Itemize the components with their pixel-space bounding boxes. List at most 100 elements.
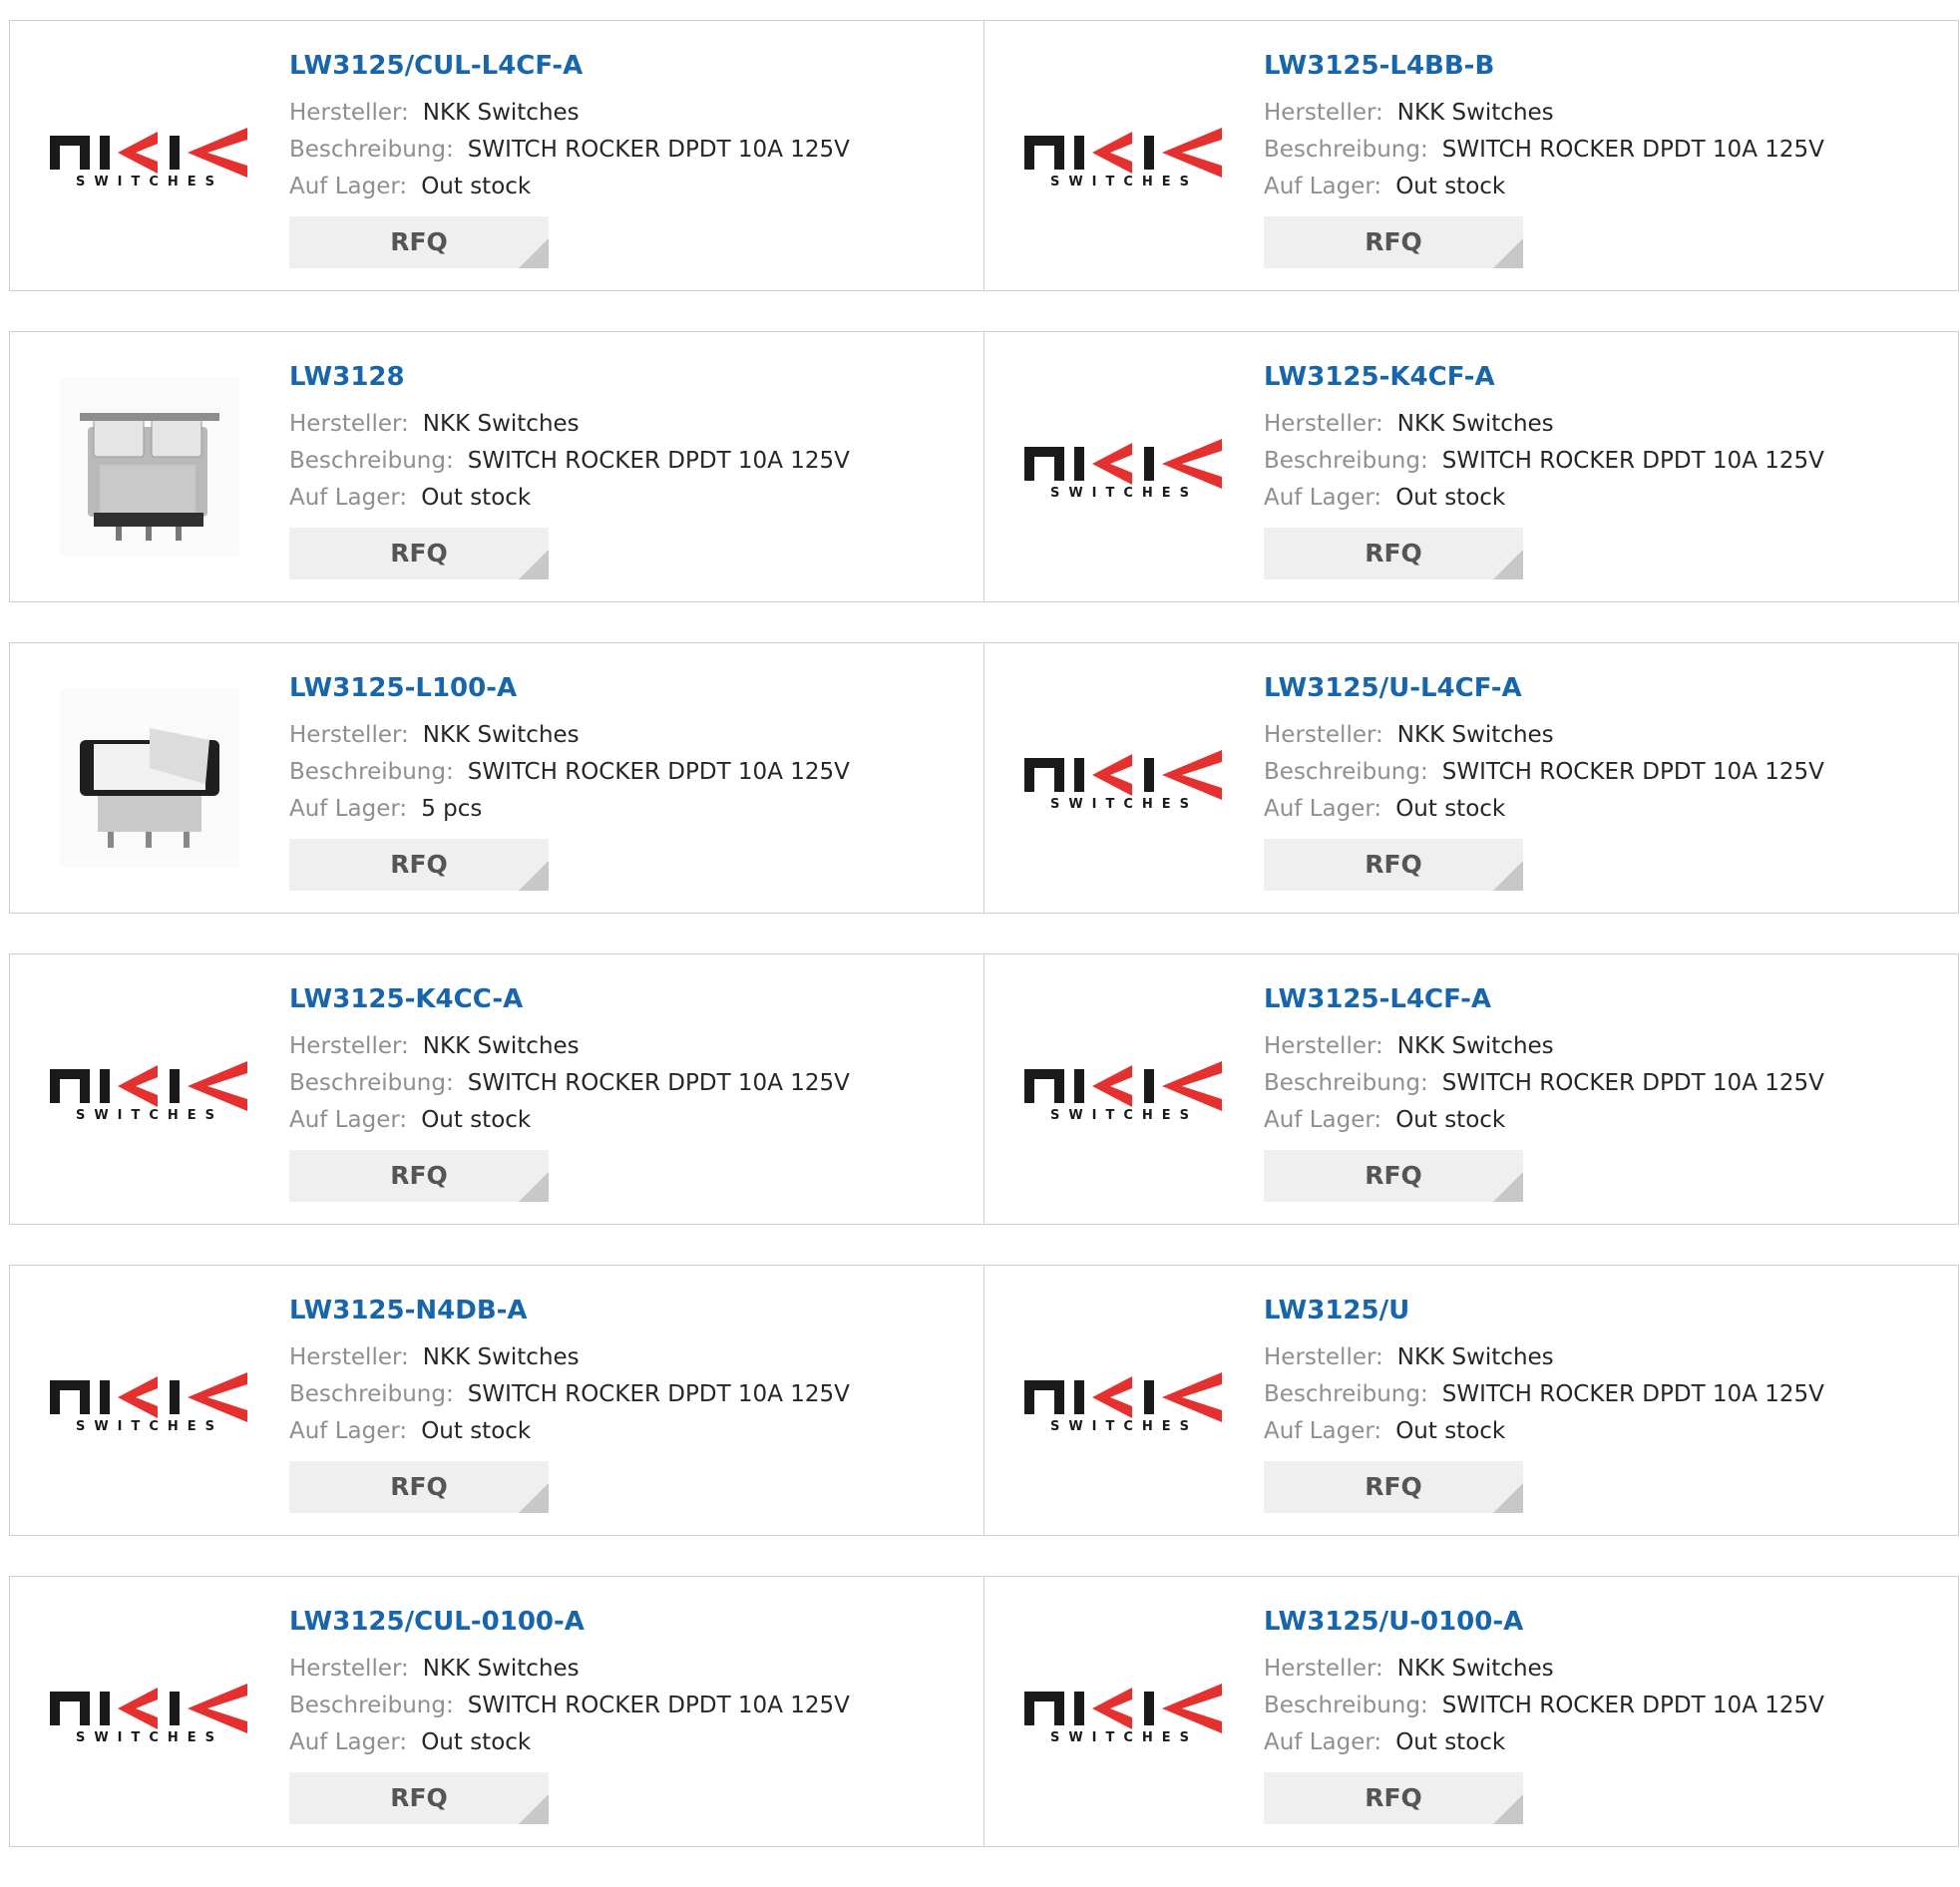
stock-label: Auf Lager:	[289, 1729, 408, 1755]
stock-label: Auf Lager:	[1264, 1729, 1382, 1755]
manufacturer-row: Hersteller: NKK Switches	[1264, 406, 1824, 443]
rfq-button[interactable]: RFQ	[289, 839, 549, 891]
description-value: SWITCH ROCKER DPDT 10A 125V	[1441, 1070, 1824, 1096]
product-info: LW3128 Hersteller: NKK Switches Beschreib…	[289, 360, 850, 579]
description-row: Beschreibung: SWITCH ROCKER DPDT 10A 125V	[289, 1376, 850, 1413]
rfq-label: RFQ	[390, 1472, 448, 1501]
product-row: SWITCHES LW3125/CUL-L4CF-A Hersteller: NK…	[9, 20, 1959, 291]
manufacturer-value: NKK Switches	[422, 411, 580, 437]
part-number-link[interactable]: LW3128	[289, 360, 850, 394]
description-row: Beschreibung: SWITCH ROCKER DPDT 10A 125V	[289, 1688, 850, 1724]
rfq-button[interactable]: RFQ	[289, 216, 549, 268]
nkk-logo-icon: SWITCHES	[1024, 1372, 1222, 1430]
product-image[interactable]: SWITCHES	[50, 56, 249, 255]
rfq-button[interactable]: RFQ	[1264, 1772, 1523, 1824]
stock-value: Out stock	[421, 1418, 532, 1444]
manufacturer-value: NKK Switches	[422, 722, 580, 748]
manufacturer-value: NKK Switches	[1396, 722, 1554, 748]
description-row: Beschreibung: SWITCH ROCKER DPDT 10A 125V	[1264, 132, 1824, 169]
manufacturer-row: Hersteller: NKK Switches	[289, 717, 850, 754]
part-number-link[interactable]: LW3125/U-0100-A	[1264, 1605, 1824, 1639]
manufacturer-value: NKK Switches	[422, 100, 580, 126]
product-info: LW3125-K4CF-A Hersteller: NKK Switches Be…	[1264, 360, 1824, 579]
manufacturer-row: Hersteller: NKK Switches	[1264, 717, 1824, 754]
button-corner-decoration	[1493, 1172, 1523, 1202]
nkk-logo-icon: SWITCHES	[1024, 750, 1222, 808]
svg-text:SWITCHES: SWITCHES	[1050, 797, 1198, 808]
product-image[interactable]: SWITCHES	[50, 989, 249, 1189]
stock-row: Auf Lager: Out stock	[289, 1102, 850, 1139]
rfq-button[interactable]: RFQ	[1264, 839, 1523, 891]
description-label: Beschreibung:	[1264, 1381, 1428, 1407]
product-card: SWITCHES LW3125-K4CF-A Hersteller: NKK Sw…	[984, 331, 1959, 602]
description-label: Beschreibung:	[289, 1070, 454, 1096]
product-card: SWITCHES LW3125-L4CF-A Hersteller: NKK Sw…	[984, 953, 1959, 1225]
rfq-label: RFQ	[390, 1783, 448, 1812]
svg-text:SWITCHES: SWITCHES	[1050, 486, 1198, 497]
product-card: SWITCHES LW3125/CUL-0100-A Hersteller: NK…	[9, 1576, 984, 1847]
part-number-link[interactable]: LW3125-K4CC-A	[289, 982, 850, 1016]
product-image[interactable]: SWITCHES	[1024, 1301, 1224, 1500]
description-label: Beschreibung:	[1264, 759, 1428, 785]
rocker-switch-photo-icon	[60, 688, 239, 868]
rfq-button[interactable]: RFQ	[289, 1150, 549, 1202]
rfq-button[interactable]: RFQ	[1264, 1150, 1523, 1202]
manufacturer-row: Hersteller: NKK Switches	[289, 1339, 850, 1376]
manufacturer-row: Hersteller: NKK Switches	[289, 406, 850, 443]
rfq-button[interactable]: RFQ	[1264, 1461, 1523, 1513]
description-value: SWITCH ROCKER DPDT 10A 125V	[467, 1693, 850, 1718]
product-card: SWITCHES LW3125/U Hersteller: NKK Switche…	[984, 1265, 1959, 1536]
nkk-logo-icon: SWITCHES	[1024, 128, 1222, 186]
product-image[interactable]: SWITCHES	[1024, 989, 1224, 1189]
stock-row: Auf Lager: Out stock	[1264, 1413, 1824, 1450]
description-label: Beschreibung:	[289, 1381, 454, 1407]
stock-row: Auf Lager: Out stock	[1264, 791, 1824, 828]
manufacturer-label: Hersteller:	[289, 722, 409, 748]
rfq-label: RFQ	[390, 850, 448, 879]
button-corner-decoration	[519, 1483, 549, 1513]
part-number-link[interactable]: LW3125/U	[1264, 1294, 1824, 1327]
product-grid: SWITCHES LW3125/CUL-L4CF-A Hersteller: NK…	[9, 20, 1959, 1887]
rfq-button[interactable]: RFQ	[289, 1772, 549, 1824]
part-number-link[interactable]: LW3125-L4BB-B	[1264, 49, 1824, 83]
stock-value: Out stock	[1395, 485, 1506, 511]
product-image[interactable]: SWITCHES	[1024, 56, 1224, 255]
manufacturer-label: Hersteller:	[289, 1656, 409, 1682]
description-label: Beschreibung:	[1264, 1070, 1428, 1096]
part-number-link[interactable]: LW3125-L100-A	[289, 671, 850, 705]
button-corner-decoration	[1493, 550, 1523, 579]
product-image[interactable]: SWITCHES	[50, 1301, 249, 1500]
part-number-link[interactable]: LW3125/CUL-0100-A	[289, 1605, 850, 1639]
stock-label: Auf Lager:	[289, 796, 408, 822]
stock-label: Auf Lager:	[1264, 485, 1382, 511]
product-image[interactable]: SWITCHES	[1024, 1612, 1224, 1811]
part-number-link[interactable]: LW3125-K4CF-A	[1264, 360, 1824, 394]
part-number-link[interactable]: LW3125-L4CF-A	[1264, 982, 1824, 1016]
product-card: SWITCHES LW3125-K4CC-A Hersteller: NKK Sw…	[9, 953, 984, 1225]
description-value: SWITCH ROCKER DPDT 10A 125V	[1441, 137, 1824, 163]
rfq-button[interactable]: RFQ	[1264, 528, 1523, 579]
stock-value: Out stock	[1395, 174, 1506, 199]
product-image[interactable]	[50, 367, 249, 566]
rfq-button[interactable]: RFQ	[289, 528, 549, 579]
description-value: SWITCH ROCKER DPDT 10A 125V	[1441, 1381, 1824, 1407]
part-number-link[interactable]: LW3125/CUL-L4CF-A	[289, 49, 850, 83]
manufacturer-label: Hersteller:	[289, 411, 409, 437]
manufacturer-row: Hersteller: NKK Switches	[1264, 95, 1824, 132]
product-info: LW3125/CUL-L4CF-A Hersteller: NKK Switche…	[289, 49, 850, 268]
rfq-button[interactable]: RFQ	[289, 1461, 549, 1513]
description-row: Beschreibung: SWITCH ROCKER DPDT 10A 125V	[289, 132, 850, 169]
product-image[interactable]: SWITCHES	[1024, 678, 1224, 878]
rfq-label: RFQ	[1365, 850, 1422, 879]
stock-row: Auf Lager: Out stock	[289, 1413, 850, 1450]
part-number-link[interactable]: LW3125-N4DB-A	[289, 1294, 850, 1327]
product-image[interactable]: SWITCHES	[50, 1612, 249, 1811]
part-number-link[interactable]: LW3125/U-L4CF-A	[1264, 671, 1824, 705]
stock-value: Out stock	[421, 174, 532, 199]
product-card: LW3128 Hersteller: NKK Switches Beschreib…	[9, 331, 984, 602]
product-image[interactable]: SWITCHES	[1024, 367, 1224, 566]
rfq-button[interactable]: RFQ	[1264, 216, 1523, 268]
product-image[interactable]	[50, 678, 249, 878]
manufacturer-label: Hersteller:	[289, 100, 409, 126]
nkk-logo-icon: SWITCHES	[50, 1061, 247, 1119]
